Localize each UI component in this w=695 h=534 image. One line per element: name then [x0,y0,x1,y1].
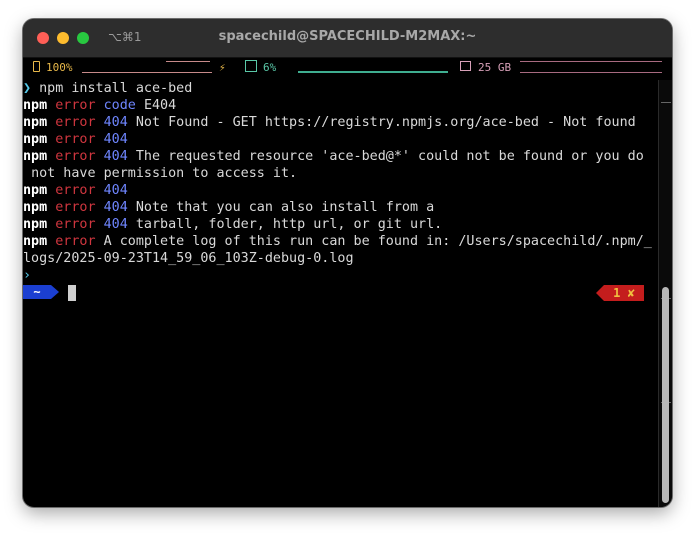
npm-prefix: npm [23,234,48,249]
error-code: code [103,98,136,113]
error-label: error [55,149,96,164]
command-line: ❯ npm install ace-bed [23,80,657,97]
output-line: logs/2025-09-23T14_59_06_103Z-debug-0.lo… [23,250,657,267]
error-code: 404 [103,115,128,130]
cpu-icon [245,60,257,72]
empty-prompt-line: › [23,267,657,284]
battery-icon [33,61,40,72]
scrollbar[interactable] [658,80,672,507]
memory-usage: 25 GB [478,61,512,74]
npm-prefix: npm [23,183,48,198]
error-code: 404 [103,217,128,232]
scrollbar-thumb[interactable] [662,287,669,503]
npm-prefix: npm [23,115,48,130]
charging-bolt-icon: ⚡ [219,61,226,74]
output-text: The requested resource 'ace-bed@*' could… [127,149,644,164]
memory-graph [520,61,662,73]
cpu-graph [298,61,448,73]
output-line: npm error 404 [23,182,657,199]
prompt-marker-icon: › [23,268,32,283]
terminal-window: ⌥⌘1 spacechild@SPACECHILD-M2MAX:~ 100% ⚡… [23,19,672,507]
error-code: 404 [103,200,128,215]
prompt-arrow-icon: ❯ [23,81,32,96]
prompt-bar: ~ 1 ✘ [23,284,657,301]
output-text: tarball, folder, http url, or git url. [135,217,443,232]
title-bar: ⌥⌘1 spacechild@SPACECHILD-M2MAX:~ [23,19,672,58]
output-line: npm error 404 tarball, folder, http url,… [23,216,657,233]
terminal-output[interactable]: ❯ npm install ace-bed npm error code E40… [23,80,657,506]
scroll-mark [661,102,671,103]
output-text: not have permission to access it. [31,166,298,181]
error-label: error [55,200,96,215]
output-line: npm error code E404 [23,97,657,114]
output-text: Note that you can also install from a [135,200,435,215]
npm-prefix: npm [23,98,48,113]
npm-prefix: npm [23,149,48,164]
error-label: error [55,217,96,232]
error-code: 404 [103,183,128,198]
cpu-usage: 6% [263,61,277,74]
output-line: npm error 404 The requested resource 'ac… [23,148,657,165]
battery-graph [82,61,212,73]
npm-prefix: npm [23,200,48,215]
error-code: 404 [103,132,128,147]
output-line: npm error 404 Not Found - GET https://re… [23,114,657,131]
window-title: spacechild@SPACECHILD-M2MAX:~ [218,29,477,44]
output-line: npm error 404 [23,131,657,148]
error-label: error [55,115,96,130]
error-code: 404 [103,149,128,164]
system-status-bar: 100% ⚡ 6% 25 GB [23,58,672,78]
text-cursor[interactable] [68,285,76,301]
exit-status-badge: 1 ✘ [604,285,644,301]
command-text: npm install ace-bed [39,81,193,96]
error-label: error [55,98,96,113]
output-text: logs/2025-09-23T14_59_06_103Z-debug-0.lo… [23,251,354,266]
error-label: error [55,132,96,147]
exit-status-arrow [596,285,604,301]
output-text: Not Found - GET https://registry.npmjs.o… [135,115,636,130]
output-line: not have permission to access it. [23,165,657,182]
battery-level: 100% [46,61,73,74]
memory-icon [460,61,471,71]
error-label: error [55,234,96,249]
output-line: npm error 404 Note that you can also ins… [23,199,657,216]
npm-prefix: npm [23,132,48,147]
output-line: npm error A complete log of this run can… [23,233,657,250]
prompt-directory: ~ [23,285,51,299]
output-text: A complete log of this run can be found … [103,234,652,249]
output-text: E404 [143,98,177,113]
npm-prefix: npm [23,217,48,232]
error-label: error [55,183,96,198]
prompt-directory-arrow [51,285,59,299]
